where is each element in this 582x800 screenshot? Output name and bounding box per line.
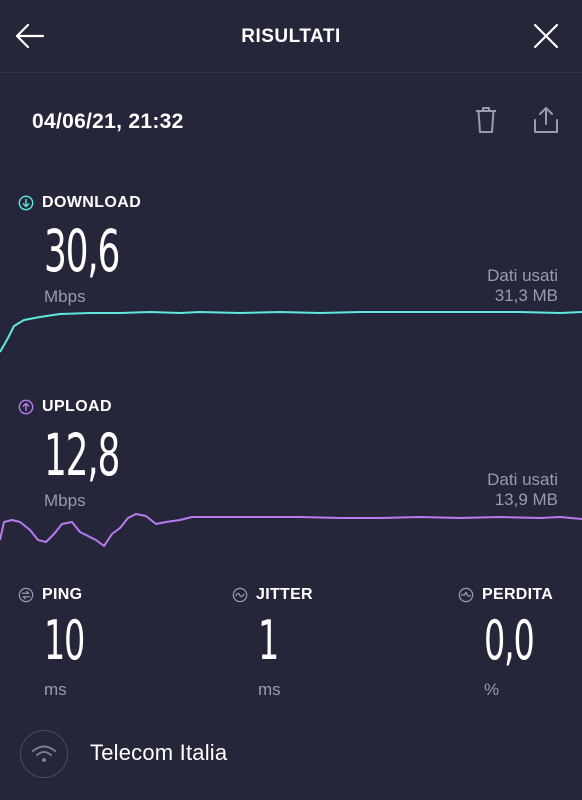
jitter-unit: ms [258, 680, 281, 699]
download-value: 30,6 [44, 217, 120, 285]
wifi-icon [32, 745, 56, 762]
loss-unit: % [484, 680, 500, 699]
download-label-text: DOWNLOAD [42, 194, 142, 211]
loss-icon [458, 587, 474, 603]
page-title: RISULTATI [241, 26, 341, 47]
download-label: DOWNLOAD [18, 194, 141, 212]
upload-label-text: UPLOAD [42, 398, 112, 415]
loss-label-text: PERDITA [482, 586, 554, 603]
loss-label: PERDITA [458, 586, 553, 604]
close-button[interactable] [526, 16, 566, 56]
ping-icon [18, 587, 34, 603]
result-datetime: 04/06/21, 21:32 [32, 110, 184, 133]
jitter-label-text: JITTER [256, 586, 313, 603]
isp-name: Telecom Italia [90, 740, 228, 765]
arrow-up-circle-icon [18, 399, 34, 415]
isp-icon-circle [20, 730, 68, 778]
ping-value: 10 [44, 609, 85, 672]
trash-icon [476, 107, 496, 133]
upload-data-used-label: Dati usati [487, 470, 558, 489]
arrow-down-circle-icon [18, 195, 34, 211]
download-graph [0, 311, 582, 353]
download-data-used-label: Dati usati [487, 266, 558, 285]
upload-graph [0, 513, 582, 547]
share-button[interactable] [526, 100, 566, 140]
jitter-value: 1 [258, 609, 279, 672]
delete-button[interactable] [466, 100, 506, 140]
ping-label-text: PING [42, 586, 83, 603]
jitter-icon [232, 587, 248, 603]
ping-label: PING [18, 586, 82, 604]
share-icon [534, 107, 558, 133]
jitter-label: JITTER [232, 586, 313, 604]
loss-value: 0,0 [484, 609, 535, 672]
upload-graph-line [0, 513, 582, 547]
download-graph-line [0, 311, 582, 353]
ping-unit: ms [44, 680, 67, 699]
close-icon [533, 23, 559, 49]
upload-label: UPLOAD [18, 398, 112, 416]
upload-value: 12,8 [44, 421, 120, 489]
